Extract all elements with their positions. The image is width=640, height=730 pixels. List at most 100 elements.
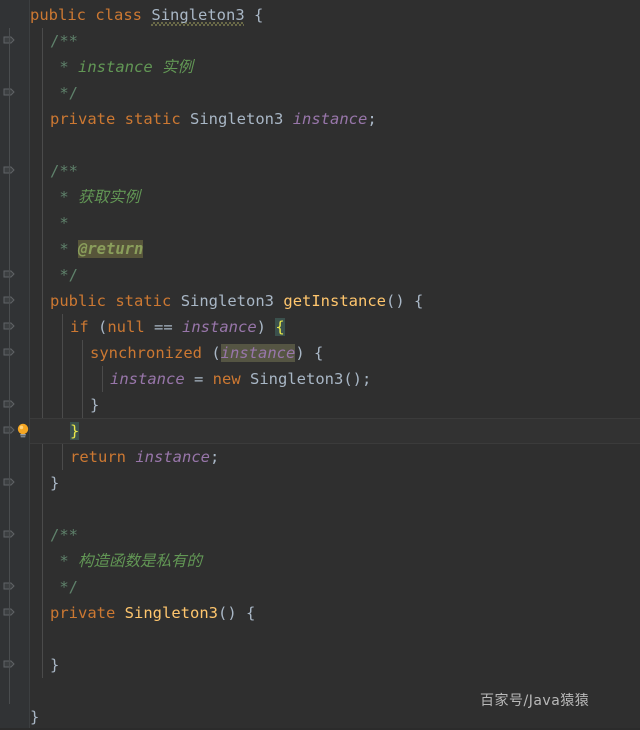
code-token: public	[50, 292, 106, 310]
code-line[interactable]: */	[0, 574, 640, 600]
code-token: 获取实例	[78, 188, 141, 206]
code-line[interactable]	[0, 496, 640, 522]
code-token: private	[50, 110, 116, 128]
code-token: )	[256, 318, 276, 336]
code-token: Singleton3	[190, 110, 284, 128]
code-line[interactable]: * 获取实例	[0, 184, 640, 210]
code-token: ;	[210, 448, 220, 466]
code-token: public	[30, 6, 86, 24]
code-token: )	[295, 344, 314, 362]
code-line[interactable]: /**	[0, 28, 640, 54]
code-line[interactable]: * instance 实例	[0, 54, 640, 80]
code-line[interactable]: }	[0, 392, 640, 418]
code-token: }	[30, 708, 40, 726]
code-content-area[interactable]: public class Singleton3 { /** * instance …	[0, 0, 640, 728]
code-token: }	[70, 422, 80, 440]
code-line[interactable]: private static Singleton3 instance;	[0, 106, 640, 132]
code-token: /**	[50, 162, 78, 180]
code-token: getInstance	[283, 292, 387, 310]
code-token: instance 实例	[78, 58, 193, 76]
code-line[interactable]: instance = new Singleton3();	[0, 366, 640, 392]
code-token: private	[50, 604, 116, 622]
code-token: instance	[292, 110, 368, 128]
code-line[interactable]: if (null == instance) {	[0, 314, 640, 340]
code-token: instance	[135, 448, 210, 466]
code-token: ()	[386, 292, 405, 310]
code-token: {	[313, 344, 324, 362]
code-token: Singleton3	[250, 370, 344, 388]
code-token: class	[95, 6, 143, 24]
code-line[interactable]: *	[0, 210, 640, 236]
code-token: ();	[343, 370, 372, 388]
code-token: }	[50, 474, 60, 492]
code-token: =	[184, 370, 213, 388]
code-line[interactable]: * 构造函数是私有的	[0, 548, 640, 574]
code-token: @return	[78, 240, 144, 258]
code-token: }	[50, 656, 60, 674]
code-token: /**	[50, 32, 78, 50]
code-token: null	[107, 318, 145, 336]
code-token: 构造函数是私有的	[78, 552, 203, 570]
code-token: *	[50, 240, 78, 258]
code-token: instance	[110, 370, 185, 388]
code-token: Singleton3	[180, 292, 275, 310]
code-line[interactable]: synchronized (instance) {	[0, 340, 640, 366]
code-token: instance	[182, 318, 257, 336]
code-token: Singleton3	[124, 604, 218, 622]
code-line[interactable]: }	[0, 470, 640, 496]
code-token: */	[50, 578, 78, 596]
code-line[interactable]: public static Singleton3 getInstance() {	[0, 288, 640, 314]
code-token: if	[70, 318, 89, 336]
code-token: {	[246, 604, 256, 622]
code-token: */	[50, 266, 78, 284]
code-token: static	[124, 110, 181, 128]
code-token: *	[50, 552, 78, 570]
code-line[interactable]: * @return	[0, 236, 640, 262]
code-token: (	[201, 344, 221, 362]
code-token: *	[50, 214, 69, 232]
code-token: ;	[367, 110, 377, 128]
code-token: */	[50, 84, 78, 102]
code-token: *	[50, 188, 78, 206]
code-editor[interactable]: public class Singleton3 { /** * instance …	[0, 0, 640, 728]
code-token: {	[275, 318, 285, 336]
code-line[interactable]: }	[0, 418, 640, 444]
code-token: {	[414, 292, 424, 310]
code-line[interactable]: */	[0, 80, 640, 106]
code-line[interactable]: /**	[0, 158, 640, 184]
code-token: synchronized	[90, 344, 202, 362]
code-token: }	[90, 396, 100, 414]
code-token: *	[50, 58, 78, 76]
code-line[interactable]: }	[0, 652, 640, 678]
code-line[interactable]: public class Singleton3 {	[0, 2, 640, 28]
code-line[interactable]	[0, 626, 640, 652]
code-token: {	[254, 6, 264, 24]
code-line[interactable]: return instance;	[0, 444, 640, 470]
code-token: return	[70, 448, 126, 466]
code-line[interactable]: */	[0, 262, 640, 288]
code-line[interactable]: private Singleton3() {	[0, 600, 640, 626]
code-token: ()	[218, 604, 237, 622]
watermark-text: 百家号/Java猿猿	[480, 693, 590, 709]
code-line[interactable]: /**	[0, 522, 640, 548]
code-token: /**	[50, 526, 78, 544]
code-token: instance	[220, 344, 296, 362]
code-token: static	[115, 292, 172, 310]
code-line[interactable]	[0, 132, 640, 158]
code-token: ==	[144, 318, 182, 336]
code-token: (	[88, 318, 108, 336]
